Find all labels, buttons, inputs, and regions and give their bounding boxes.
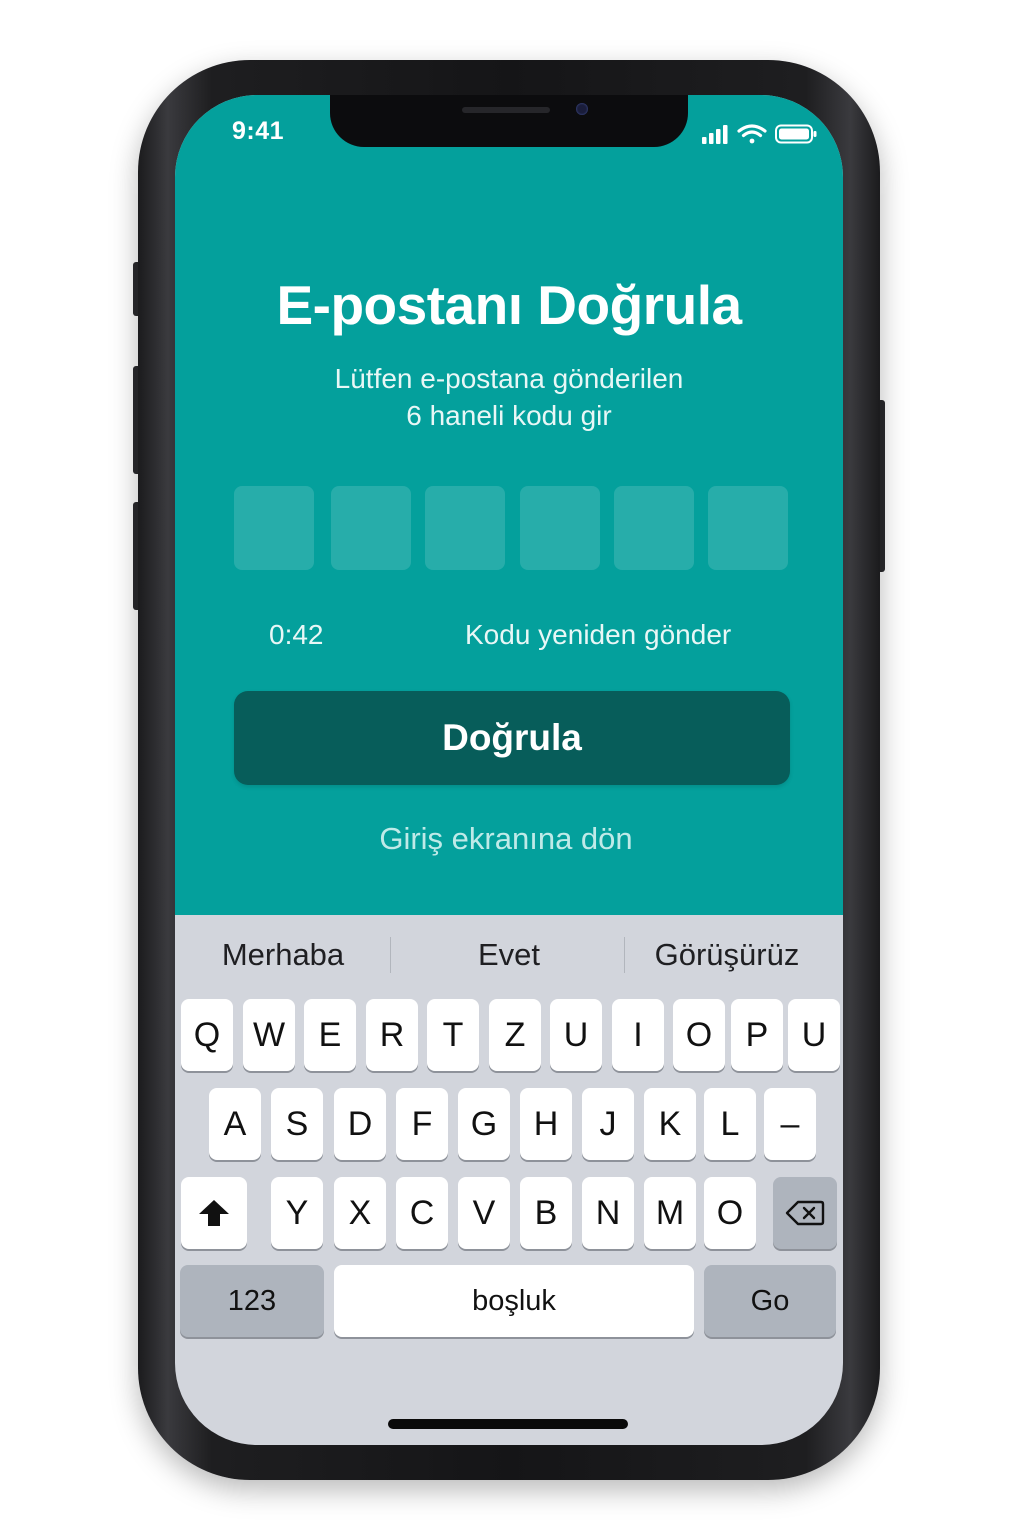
shift-key[interactable] <box>181 1177 247 1249</box>
status-time: 9:41 <box>232 117 285 145</box>
key-o[interactable]: O <box>673 999 725 1071</box>
suggestion-3[interactable]: Görüşürüz <box>645 937 809 973</box>
suggestion-divider <box>624 937 625 973</box>
front-camera <box>576 103 588 115</box>
key-d[interactable]: D <box>334 1088 386 1160</box>
home-indicator <box>388 1419 628 1429</box>
key-f[interactable]: F <box>396 1088 448 1160</box>
phone-screen: 9:41 E-postanı Doğrula Lütfen e-postana … <box>175 95 843 1445</box>
numbers-key[interactable]: 123 <box>180 1265 324 1337</box>
key-n[interactable]: N <box>582 1177 634 1249</box>
key-l[interactable]: L <box>704 1088 756 1160</box>
key-k[interactable]: K <box>644 1088 696 1160</box>
key-u[interactable]: U <box>550 999 602 1071</box>
key-o-2[interactable]: O <box>704 1177 756 1249</box>
resend-code-link[interactable]: Kodu yeniden gönder <box>465 619 731 651</box>
key-q[interactable]: Q <box>181 999 233 1071</box>
subtitle-line-2: 6 haneli kodu gir <box>406 400 612 431</box>
wifi-icon <box>737 124 767 144</box>
key-h[interactable]: H <box>520 1088 572 1160</box>
code-input-row <box>234 486 790 570</box>
space-key[interactable]: boşluk <box>334 1265 694 1337</box>
countdown-timer: 0:42 <box>269 619 324 650</box>
backspace-icon <box>785 1200 825 1226</box>
phone-mockup: 9:41 E-postanı Doğrula Lütfen e-postana … <box>0 0 1024 1536</box>
code-digit-2[interactable] <box>331 486 411 570</box>
key-e[interactable]: E <box>304 999 356 1071</box>
delete-key[interactable] <box>773 1177 837 1249</box>
code-digit-1[interactable] <box>234 486 314 570</box>
key-c[interactable]: C <box>396 1177 448 1249</box>
cellular-signal-icon <box>702 125 728 144</box>
subtitle-line-1: Lütfen e-postana gönderilen <box>334 363 684 394</box>
suggestion-divider <box>390 937 391 973</box>
status-icons <box>700 122 820 146</box>
key-v[interactable]: V <box>458 1177 510 1249</box>
key-a[interactable]: A <box>209 1088 261 1160</box>
key-p[interactable]: P <box>731 999 783 1071</box>
notch <box>330 95 688 147</box>
key-g[interactable]: G <box>458 1088 510 1160</box>
key-w[interactable]: W <box>243 999 295 1071</box>
key-r[interactable]: R <box>366 999 418 1071</box>
key-y[interactable]: Y <box>271 1177 323 1249</box>
key-dash[interactable]: – <box>764 1088 816 1160</box>
code-digit-6[interactable] <box>708 486 788 570</box>
verify-button[interactable]: Doğrula <box>234 691 790 785</box>
suggestion-2[interactable]: Evet <box>431 937 587 973</box>
key-z[interactable]: Z <box>489 999 541 1071</box>
key-x[interactable]: X <box>334 1177 386 1249</box>
page-title: E-postanı Doğrula <box>276 274 742 336</box>
back-to-login-link[interactable]: Giriş ekranına dön <box>175 821 837 857</box>
code-digit-4[interactable] <box>520 486 600 570</box>
shift-arrow-icon <box>199 1200 229 1226</box>
key-s[interactable]: S <box>271 1088 323 1160</box>
key-i[interactable]: I <box>612 999 664 1071</box>
key-m[interactable]: M <box>644 1177 696 1249</box>
battery-icon <box>775 124 817 144</box>
key-u-2[interactable]: U <box>788 999 840 1071</box>
suggestion-1[interactable]: Merhaba <box>205 937 361 973</box>
code-digit-5[interactable] <box>614 486 694 570</box>
key-j[interactable]: J <box>582 1088 634 1160</box>
key-b[interactable]: B <box>520 1177 572 1249</box>
key-t[interactable]: T <box>427 999 479 1071</box>
go-key[interactable]: Go <box>704 1265 836 1337</box>
code-digit-3[interactable] <box>425 486 505 570</box>
